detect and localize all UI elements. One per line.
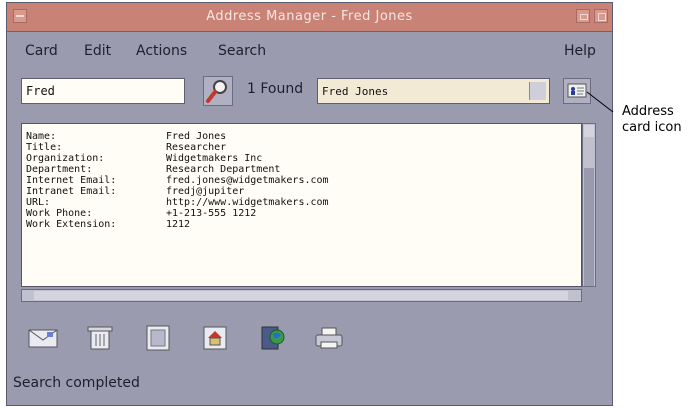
- detail-label: Work Phone:: [26, 208, 93, 219]
- detail-label: Department:: [26, 164, 93, 175]
- minimize-button[interactable]: [576, 9, 590, 23]
- detail-row: Intranet Email: fredj@jupiter: [26, 186, 329, 197]
- detail-label: Name:: [26, 131, 57, 142]
- search-row: Fred 1 Found Fred Jones: [7, 73, 612, 115]
- delete-card-button[interactable]: [80, 319, 120, 357]
- detail-value: Researcher: [166, 142, 227, 153]
- document-icon: [146, 325, 170, 351]
- detail-row: Work Phone: +1-213-555 1212: [26, 208, 329, 219]
- menu-help[interactable]: Help: [564, 43, 596, 59]
- menu-edit[interactable]: Edit: [84, 43, 111, 59]
- search-button[interactable]: [203, 76, 233, 106]
- callout-line-1: Address: [622, 104, 674, 119]
- found-results-select[interactable]: Fred Jones: [317, 78, 550, 104]
- detail-row: Title: Researcher: [26, 142, 329, 153]
- detail-label: Work Extension:: [26, 219, 117, 230]
- detail-label: Intranet Email:: [26, 186, 117, 197]
- menu-actions[interactable]: Actions: [136, 43, 187, 59]
- magnifier-icon: [206, 80, 227, 103]
- dropdown-arrow-icon[interactable]: [529, 82, 546, 100]
- print-icon: [315, 327, 343, 349]
- home-button[interactable]: [195, 319, 235, 357]
- network-button[interactable]: [252, 319, 292, 357]
- detail-row: URL: http://www.widgetmakers.com: [26, 197, 329, 208]
- card-details-area[interactable]: Name: Fred Jones Title: Researcher Organiz…: [21, 123, 582, 287]
- print-button[interactable]: [309, 319, 349, 357]
- menu-bar: Card Edit Actions Search Help: [7, 32, 612, 70]
- detail-row: Organization: Widgetmakers Inc: [26, 153, 329, 164]
- detail-value: 1212: [166, 219, 191, 230]
- callout-line-2: card icon: [622, 120, 682, 135]
- search-input[interactable]: Fred: [21, 78, 185, 104]
- horizontal-scrollbar[interactable]: [21, 289, 582, 302]
- detail-label: Internet Email:: [26, 175, 117, 186]
- detail-value: fredj@jupiter: [166, 186, 245, 197]
- detail-row: Work Extension: 1212: [26, 219, 329, 230]
- status-bar: Search completed: [13, 375, 140, 391]
- title-bar[interactable]: Address Manager - Fred Jones: [7, 3, 612, 32]
- detail-label: Organization:: [26, 153, 105, 164]
- detail-value: Fred Jones: [166, 131, 227, 142]
- detail-value: Widgetmakers Inc: [166, 153, 263, 164]
- detail-value: http://www.widgetmakers.com: [166, 197, 329, 208]
- callout-leader-line: [586, 91, 614, 113]
- network-icon: [261, 326, 285, 350]
- horizontal-scroll-thumb[interactable]: [34, 291, 568, 300]
- detail-row: Name: Fred Jones: [26, 131, 329, 142]
- detail-value: Research Department: [166, 164, 281, 175]
- found-count: 1 Found: [247, 81, 304, 97]
- detail-row: Department: Research Department: [26, 164, 329, 175]
- detail-value: fred.jones@widgetmakers.com: [166, 175, 329, 186]
- action-toolbar: [7, 313, 612, 369]
- card-details-list: Name: Fred Jones Title: Researcher Organiz…: [26, 131, 329, 230]
- menu-card[interactable]: Card: [25, 43, 58, 59]
- found-selected-value: Fred Jones: [322, 85, 389, 98]
- scroll-up-button[interactable]: [584, 125, 594, 137]
- maximize-button[interactable]: [594, 9, 608, 23]
- detail-label: URL:: [26, 197, 51, 208]
- home-icon: [203, 326, 227, 350]
- vertical-scroll-thumb[interactable]: [584, 168, 594, 286]
- address-manager-window: Address Manager - Fred Jones Card Edit A…: [6, 2, 613, 406]
- detail-label: Title:: [26, 142, 63, 153]
- detail-row: Internet Email: fred.jones@widgetmakers.c…: [26, 175, 329, 186]
- window-title: Address Manager - Fred Jones: [206, 9, 413, 24]
- send-mail-button[interactable]: [23, 319, 63, 357]
- delete-icon: [87, 326, 113, 350]
- edit-card-button[interactable]: [138, 319, 178, 357]
- detail-value: +1-213-555 1212: [166, 208, 257, 219]
- callout-label: Address card icon: [622, 104, 682, 136]
- envelope-icon: [28, 329, 58, 348]
- vertical-scrollbar[interactable]: [582, 123, 596, 287]
- menu-search[interactable]: Search: [218, 43, 266, 59]
